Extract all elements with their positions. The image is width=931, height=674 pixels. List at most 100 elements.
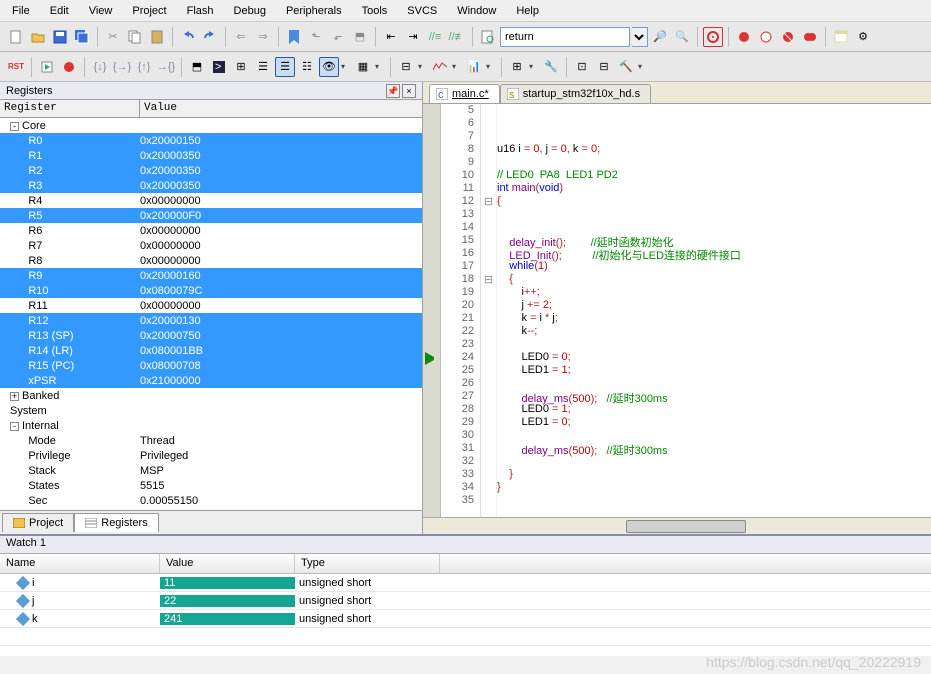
register-row[interactable]: StackMSP (0, 463, 422, 478)
run-to-cursor-icon[interactable]: →{} (156, 57, 176, 77)
trace-icon[interactable]: 📊 (464, 57, 484, 77)
open-icon[interactable] (28, 27, 48, 47)
register-row[interactable]: R20x20000350 (0, 163, 422, 178)
cut-icon[interactable]: ✂ (103, 27, 123, 47)
tools-icon[interactable]: 🔨 (616, 57, 636, 77)
register-row[interactable]: R00x20000150 (0, 133, 422, 148)
system-viewer-icon[interactable]: ⊞ (507, 57, 527, 77)
tab-project[interactable]: Project (2, 513, 74, 532)
new-icon[interactable] (6, 27, 26, 47)
register-row[interactable]: R30x20000350 (0, 178, 422, 193)
serial-icon[interactable]: ⊟ (396, 57, 416, 77)
register-row[interactable]: R13 (SP)0x20000750 (0, 328, 422, 343)
register-row[interactable]: R70x00000000 (0, 238, 422, 253)
update-windows-icon[interactable]: ⊡ (572, 57, 592, 77)
watch-row[interactable]: j22unsigned short (0, 592, 931, 610)
bookmark-next-icon[interactable]: ⬐ (328, 27, 348, 47)
bookmark-clear-icon[interactable]: ⬒ (350, 27, 370, 47)
menu-edit[interactable]: Edit (42, 3, 77, 19)
register-row[interactable]: R100x0800079C (0, 283, 422, 298)
menu-debug[interactable]: Debug (226, 3, 274, 19)
menu-svcs[interactable]: SVCS (399, 3, 445, 19)
horizontal-scrollbar[interactable] (423, 517, 931, 534)
step-over-icon[interactable]: {→} (112, 57, 132, 77)
register-row[interactable]: R90x20000160 (0, 268, 422, 283)
copy-icon[interactable] (125, 27, 145, 47)
code-editor[interactable]: 5678910111213141516171819202122232425262… (423, 104, 931, 517)
reset-icon[interactable]: RST (6, 57, 26, 77)
register-row[interactable]: +Banked (0, 388, 422, 403)
register-row[interactable]: -Core (0, 118, 422, 133)
search-dropdown[interactable] (632, 27, 648, 47)
register-row[interactable]: -Internal (0, 418, 422, 433)
panel-pin-icon[interactable]: 📌 (386, 84, 400, 98)
register-row[interactable]: R50x200000F0 (0, 208, 422, 223)
analysis-icon[interactable] (430, 57, 450, 77)
nav-fwd-icon[interactable]: ⇒ (253, 27, 273, 47)
paste-icon[interactable] (147, 27, 167, 47)
nav-back-icon[interactable]: ⇐ (231, 27, 251, 47)
register-row[interactable]: R14 (LR)0x080001BB (0, 343, 422, 358)
menu-flash[interactable]: Flash (179, 3, 222, 19)
register-row[interactable]: System (0, 403, 422, 418)
redo-icon[interactable] (200, 27, 220, 47)
find-in-files-icon[interactable] (478, 27, 498, 47)
watch-row[interactable]: k241unsigned short (0, 610, 931, 628)
breakpoint-gutter[interactable] (423, 104, 441, 517)
find-icon[interactable]: 🔎 (650, 27, 670, 47)
watch-window-icon[interactable]: 👁 (319, 57, 339, 77)
config-icon[interactable]: ⚙ (853, 27, 873, 47)
register-row[interactable]: R10x20000350 (0, 148, 422, 163)
menu-file[interactable]: File (4, 3, 38, 19)
debug-icon[interactable] (703, 27, 723, 47)
symbols-icon[interactable]: ☰ (253, 57, 273, 77)
incremental-find-icon[interactable]: 🔍 (672, 27, 692, 47)
scrollbar-thumb[interactable] (626, 520, 746, 533)
register-row[interactable]: xPSR0x21000000 (0, 373, 422, 388)
registers-tree[interactable]: -Core R00x20000150 R10x20000350 R20x2000… (0, 118, 422, 510)
menu-view[interactable]: View (81, 3, 121, 19)
comment-icon[interactable]: //≡ (425, 27, 445, 47)
bp-enableall-icon[interactable] (800, 27, 820, 47)
periodic-update-icon[interactable]: ⊟ (594, 57, 614, 77)
register-row[interactable]: ModeThread (0, 433, 422, 448)
registers-window-icon[interactable]: ☰ (275, 57, 295, 77)
bookmark-icon[interactable] (284, 27, 304, 47)
tab-main-c[interactable]: c main.c* (429, 84, 500, 103)
watch-row[interactable]: i11unsigned short (0, 574, 931, 592)
disasm-icon[interactable]: ⊞ (231, 57, 251, 77)
bookmark-prev-icon[interactable]: ⬑ (306, 27, 326, 47)
bp-insert-icon[interactable] (734, 27, 754, 47)
search-input[interactable] (500, 27, 630, 47)
toolbox-icon[interactable]: 🔧 (541, 57, 561, 77)
menu-peripherals[interactable]: Peripherals (278, 3, 350, 19)
panel-close-icon[interactable]: × (402, 84, 416, 98)
save-all-icon[interactable] (72, 27, 92, 47)
register-row[interactable]: R80x00000000 (0, 253, 422, 268)
bp-disable-icon[interactable] (756, 27, 776, 47)
register-row[interactable]: Sec0.00055150 (0, 493, 422, 508)
run-icon[interactable] (37, 57, 57, 77)
indent-left-icon[interactable]: ⇤ (381, 27, 401, 47)
code-area[interactable]: u16 i = 0, j = 0, k = 0;// LED0 PA8 LED1… (497, 104, 931, 517)
indent-right-icon[interactable]: ⇥ (403, 27, 423, 47)
stop-icon[interactable] (59, 57, 79, 77)
menu-window[interactable]: Window (449, 3, 504, 19)
save-icon[interactable] (50, 27, 70, 47)
register-row[interactable]: R15 (PC)0x08000708 (0, 358, 422, 373)
menu-project[interactable]: Project (124, 3, 174, 19)
watch-enter-expression[interactable] (0, 628, 931, 646)
tab-registers[interactable]: Registers (74, 513, 158, 532)
register-row[interactable]: R60x00000000 (0, 223, 422, 238)
uncomment-icon[interactable]: //≢ (447, 27, 467, 47)
show-next-icon[interactable]: ⬒ (187, 57, 207, 77)
undo-icon[interactable] (178, 27, 198, 47)
register-row[interactable]: States5515 (0, 478, 422, 493)
callstack-icon[interactable]: ☷ (297, 57, 317, 77)
step-in-icon[interactable]: {↓} (90, 57, 110, 77)
register-row[interactable]: PrivilegePrivileged (0, 448, 422, 463)
register-row[interactable]: R40x00000000 (0, 193, 422, 208)
memory-window-icon[interactable]: ▦ (353, 57, 373, 77)
menu-help[interactable]: Help (508, 3, 547, 19)
menu-tools[interactable]: Tools (354, 3, 396, 19)
